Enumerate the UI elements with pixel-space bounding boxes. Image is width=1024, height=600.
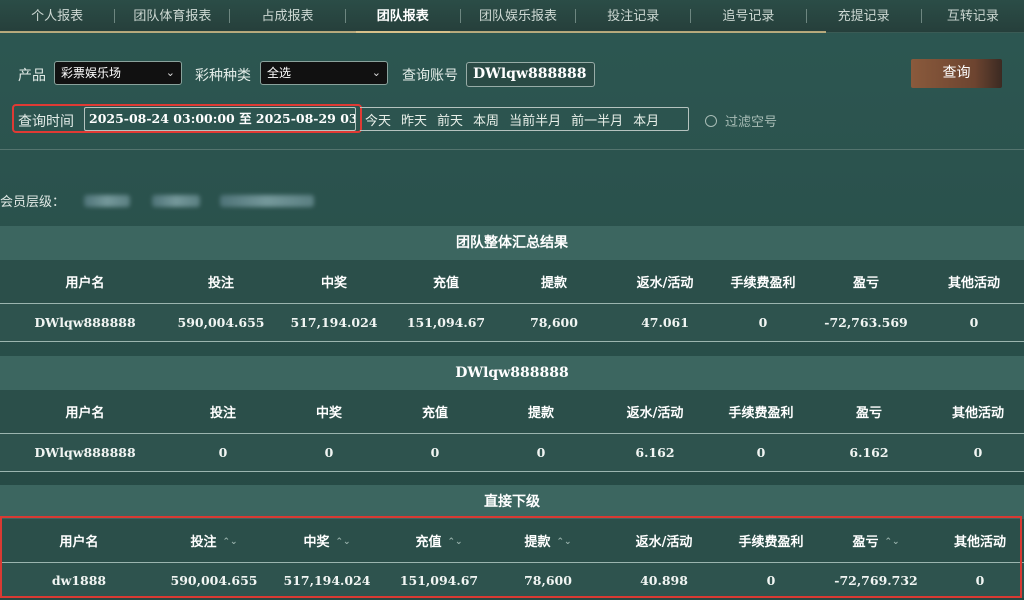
col-fee-profit: 手续费盈利 [728,406,794,421]
quick-range-this-month[interactable]: 本月 [628,110,664,129]
cell-withdraw: 0 [536,445,546,460]
query-button[interactable]: 查询 [911,59,1002,88]
tab-transfer-records[interactable]: 互转记录 [922,0,1024,33]
cell-bet: 0 [218,445,228,460]
table-row: DWlqw888888 0 0 0 0 6.162 0 6.162 0 [0,434,1024,471]
col-deposit: 充值 [432,276,459,291]
member-level-label: 会员层级： [0,195,66,210]
section-title-summary: 团队整体汇总结果 [0,226,1024,260]
product-label: 产品 [18,68,46,84]
cell-win: 0 [324,445,334,460]
quick-range-group: 今天 昨天 前天 本周 当前半月 前一半月 本月 [360,107,689,131]
quick-range-previous-half-month[interactable]: 前一半月 [566,110,628,129]
col-other-activity: 其他活动 [947,276,1000,291]
cell-fee-profit: 0 [758,315,768,330]
col-profit-loss: 盈亏 [855,406,882,421]
direct-subordinates-highlight-box [0,516,1022,598]
cell-deposit: 151,094.67 [406,315,486,330]
section-title-self: DWlqw888888 [0,356,1024,390]
table-row: DWlqw888888 590,004.655 517,194.024 151,… [0,304,1024,341]
blurred-level-1 [84,195,130,207]
cell-fee-profit: 0 [756,445,766,460]
time-label: 查询时间 [18,114,74,130]
col-win: 中奖 [320,276,347,291]
chevron-down-icon: ⌄ [371,66,381,79]
cell-other-activity: 0 [969,315,979,330]
top-nav: 个人报表 团队体育报表 占成报表 团队报表 团队娱乐报表 投注记录 追号记录 充… [0,0,1024,33]
filter-empty-label: 过滤空号 [725,115,778,130]
cell-bet: 590,004.655 [177,315,265,330]
account-input[interactable]: DWlqw888888 [466,62,595,87]
table-header: 用户名 投注 中奖 充值 提款 返水/活动 手续费盈利 盈亏 其他活动 [0,390,1024,433]
col-withdraw: 提款 [527,406,554,421]
cell-rebate: 47.061 [641,315,689,330]
quick-range-today[interactable]: 今天 [360,110,396,129]
radio-empty-icon [705,114,717,127]
col-profit-loss: 盈亏 [852,276,879,291]
divider [0,149,1024,150]
quick-range-current-half-month[interactable]: 当前半月 [504,110,566,129]
row-divider [0,341,1024,342]
cell-username: DWlqw888888 [34,445,136,460]
account-label: 查询账号 [402,68,458,84]
tab-team-sports-report[interactable]: 团队体育报表 [115,0,229,33]
col-fee-profit: 手续费盈利 [730,276,796,291]
col-rebate: 返水/活动 [636,276,694,291]
quick-range-yesterday[interactable]: 昨天 [396,110,432,129]
quick-range-day-before[interactable]: 前天 [432,110,468,129]
tab-team-report[interactable]: 团队报表 [346,0,460,33]
col-bet: 投注 [207,276,234,291]
nav-underline [0,31,826,33]
tab-team-entertainment-report[interactable]: 团队娱乐报表 [461,0,575,33]
col-win: 中奖 [315,406,342,421]
cell-other-activity: 0 [973,445,983,460]
cell-rebate: 6.162 [635,445,675,460]
col-withdraw: 提款 [540,276,567,291]
tab-personal-report[interactable]: 个人报表 [0,0,114,33]
product-select[interactable]: 彩票娱乐场 ⌄ [54,61,182,85]
cell-win: 517,194.024 [290,315,378,330]
tab-deposit-withdraw-records[interactable]: 充提记录 [807,0,921,33]
lottery-type-label: 彩种种类 [195,68,251,84]
chevron-down-icon: ⌄ [165,66,175,79]
tab-bet-records[interactable]: 投注记录 [576,0,690,33]
cell-profit-loss: 6.162 [849,445,889,460]
cell-withdraw: 78,600 [530,315,578,330]
col-rebate: 返水/活动 [626,406,684,421]
col-deposit: 充值 [421,406,448,421]
lottery-type-select-value: 全选 [267,66,292,80]
lottery-type-select[interactable]: 全选 ⌄ [260,61,388,85]
product-select-value: 彩票娱乐场 [61,66,122,80]
filter-empty-toggle[interactable]: 过滤空号 [705,111,777,130]
blurred-level-2 [152,195,200,207]
time-range-input[interactable]: 2025-08-24 03:00:00 至 2025-08-29 03:00:0… [84,107,356,131]
quick-range-this-week[interactable]: 本周 [468,110,504,129]
col-other-activity: 其他活动 [951,406,1004,421]
cell-profit-loss: -72,763.569 [824,315,908,330]
col-bet: 投注 [209,406,236,421]
cell-deposit: 0 [430,445,440,460]
col-username: 用户名 [65,276,105,291]
row-divider [0,471,1024,472]
section-title-direct-subordinates: 直接下级 [0,485,1024,519]
table-header: 用户名 投注 中奖 充值 提款 返水/活动 手续费盈利 盈亏 其他活动 [0,260,1024,303]
cell-username: DWlqw888888 [34,315,136,330]
tab-share-report[interactable]: 占成报表 [230,0,344,33]
col-username: 用户名 [65,406,105,421]
tab-chase-records[interactable]: 追号记录 [691,0,805,33]
blurred-level-3 [220,195,314,207]
